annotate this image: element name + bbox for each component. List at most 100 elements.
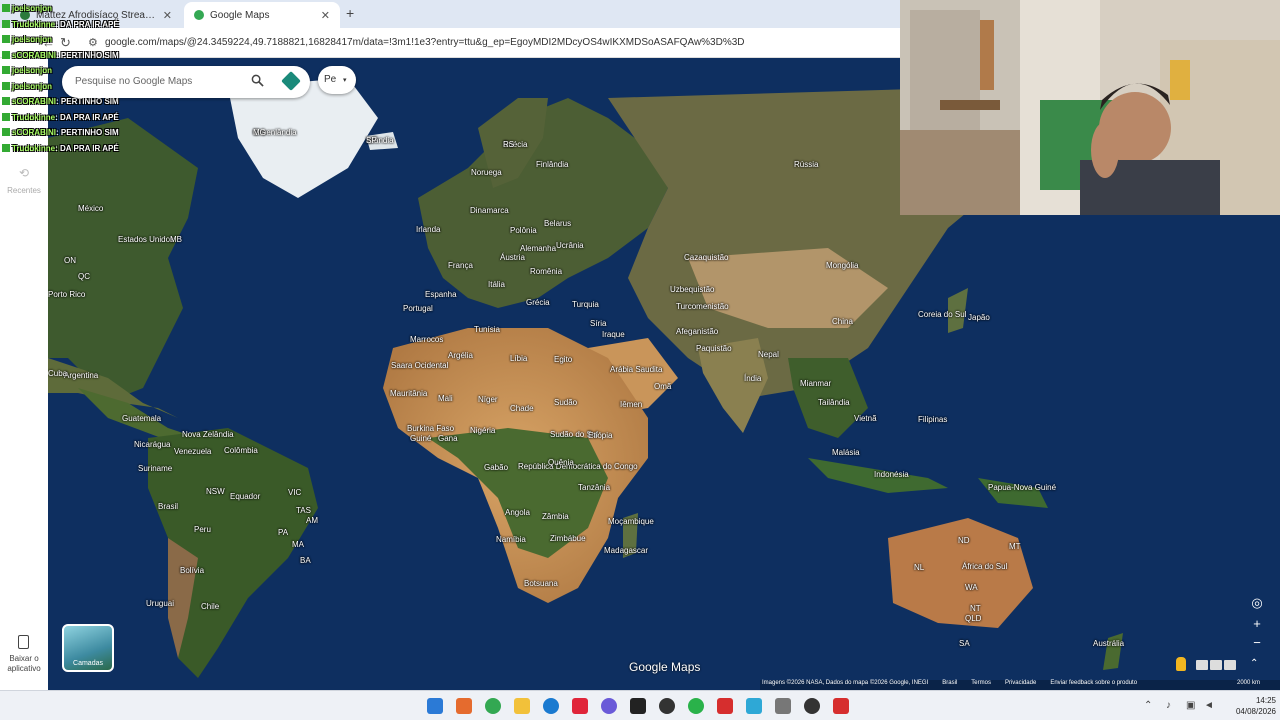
map-label[interactable]: Sudão [554,398,577,407]
search-box[interactable]: Pesquise no Google Maps [62,66,310,98]
map-label[interactable]: México [78,204,103,213]
download-app-button[interactable]: Baixar o aplicativo [0,654,48,674]
recents-label[interactable]: Recentes [0,186,48,195]
map-label[interactable]: Angola [505,508,530,517]
map-label[interactable]: Tunísia [474,325,500,334]
map-label[interactable]: Moçambique [608,517,654,526]
traffic-preview[interactable] [1210,660,1222,670]
map-label[interactable]: Iêmen [620,400,642,409]
map-label[interactable]: Nigéria [470,426,495,435]
zoom-in-icon[interactable]: + [1248,615,1266,633]
map-label[interactable]: QLD [965,614,981,623]
map-label[interactable]: TAS [296,506,311,515]
search-icon[interactable] [251,74,264,87]
map-label[interactable]: Alemanha [520,244,556,253]
map-label[interactable]: Bolívia [180,566,204,575]
privacy-link[interactable]: Privacidade [1005,680,1036,690]
map-label[interactable]: Porto Rico [48,290,85,299]
map-label[interactable]: RS [503,140,514,149]
map-label[interactable]: Venezuela [174,447,211,456]
map-label[interactable]: Nova Zelândia [182,430,234,439]
zoom-out-icon[interactable]: − [1248,634,1266,652]
map-label[interactable]: Equador [230,492,260,501]
map-label[interactable]: Burkina Faso [407,424,454,433]
map-label[interactable]: NT [970,604,981,613]
map-label[interactable]: Noruega [471,168,502,177]
map-label[interactable]: Uruguai [146,599,174,608]
map-label[interactable]: Egito [554,355,572,364]
network-icon[interactable]: ▣ [1186,700,1195,711]
place-chip[interactable]: Pe ▾ [318,66,356,94]
map-label[interactable]: Finlândia [536,160,568,169]
map-label[interactable]: Grécia [526,298,550,307]
map-label[interactable]: Turcomenistão [676,302,729,311]
chrome-icon[interactable] [485,698,501,714]
map-label[interactable]: Mongólia [826,261,858,270]
map-label[interactable]: África do Sul [962,562,1007,571]
map-label[interactable]: Coreia do Sul [918,310,966,319]
map-label[interactable]: China [832,317,853,326]
map-label[interactable]: SA [959,639,970,648]
map-label[interactable]: Gana [438,434,458,443]
app-red3-icon[interactable] [833,698,849,714]
map-label[interactable]: Portugal [403,304,433,313]
map-label[interactable]: Zimbábue [550,534,586,543]
map-label[interactable]: Filipinas [918,415,947,424]
map-label[interactable]: Malásia [832,448,860,457]
map-label[interactable]: VIC [288,488,301,497]
map-label[interactable]: Nicarágua [134,440,170,449]
map-label[interactable]: Tailândia [818,398,850,407]
map-label[interactable]: Etiópia [588,431,612,440]
layers-button[interactable]: Camadas [62,624,114,672]
scale-label[interactable]: 2000 km [1237,680,1280,690]
map-label[interactable]: Líbia [510,354,527,363]
map-label[interactable]: Indonésia [874,470,909,479]
mic-icon[interactable]: ♪ [1166,700,1171,711]
directions-icon[interactable] [281,71,301,91]
map-label[interactable]: Turquia [572,300,599,309]
expand-icon[interactable]: ⌃ [1250,658,1258,669]
system-clock[interactable]: 14:25 04/08/2026 [1222,695,1276,717]
start-icon[interactable] [427,698,443,714]
map-label[interactable]: Papua-Nova Guiné [988,483,1056,492]
map-label[interactable]: ON [64,256,76,265]
map-label[interactable]: Rússia [794,160,818,169]
map-label[interactable]: Omã [654,382,671,391]
settings-icon[interactable] [775,698,791,714]
map-label[interactable]: Belarus [544,219,571,228]
map-label[interactable]: Nepal [758,350,779,359]
app-dark-icon[interactable] [659,698,675,714]
terrain-preview[interactable] [1196,660,1208,670]
map-label[interactable]: Dinamarca [470,206,509,215]
map-label[interactable]: ND [958,536,970,545]
app-blue-icon[interactable] [746,698,762,714]
map-label[interactable]: Mali [438,394,453,403]
map-label[interactable]: WA [965,583,978,592]
feedback-link[interactable]: Enviar feedback sobre o produto [1050,680,1137,690]
map-label[interactable]: Mianmar [800,379,831,388]
map-label[interactable]: Níger [478,395,498,404]
map-label[interactable]: Afeganistão [676,327,718,336]
new-tab-icon[interactable]: + [346,5,354,21]
map-label[interactable]: NSW [206,487,225,496]
map-label[interactable]: QC [78,272,90,281]
map-label[interactable]: MG [253,128,266,137]
whatsapp-icon[interactable] [688,698,704,714]
map-label[interactable]: Ucrânia [556,241,584,250]
obs-icon[interactable] [630,698,646,714]
map-label[interactable]: Áustria [500,253,525,262]
map-label[interactable]: Chade [510,404,534,413]
reload-icon[interactable]: ↻ [60,35,71,51]
map-label[interactable]: MA [292,540,304,549]
map-label[interactable]: Guatemala [122,414,161,423]
close-tab-icon[interactable]: ✕ [321,9,330,22]
map-label[interactable]: Cuba [48,369,67,378]
map-label[interactable]: Itália [488,280,505,289]
app-red-icon[interactable] [572,698,588,714]
map-label[interactable]: Mauritânia [390,389,427,398]
mini-map-previews[interactable] [1196,660,1236,670]
map-label[interactable]: Estados Unidos [118,235,174,244]
map-label[interactable]: Chile [201,602,219,611]
map-label[interactable]: PA [278,528,288,537]
map-label[interactable]: Zâmbia [542,512,569,521]
